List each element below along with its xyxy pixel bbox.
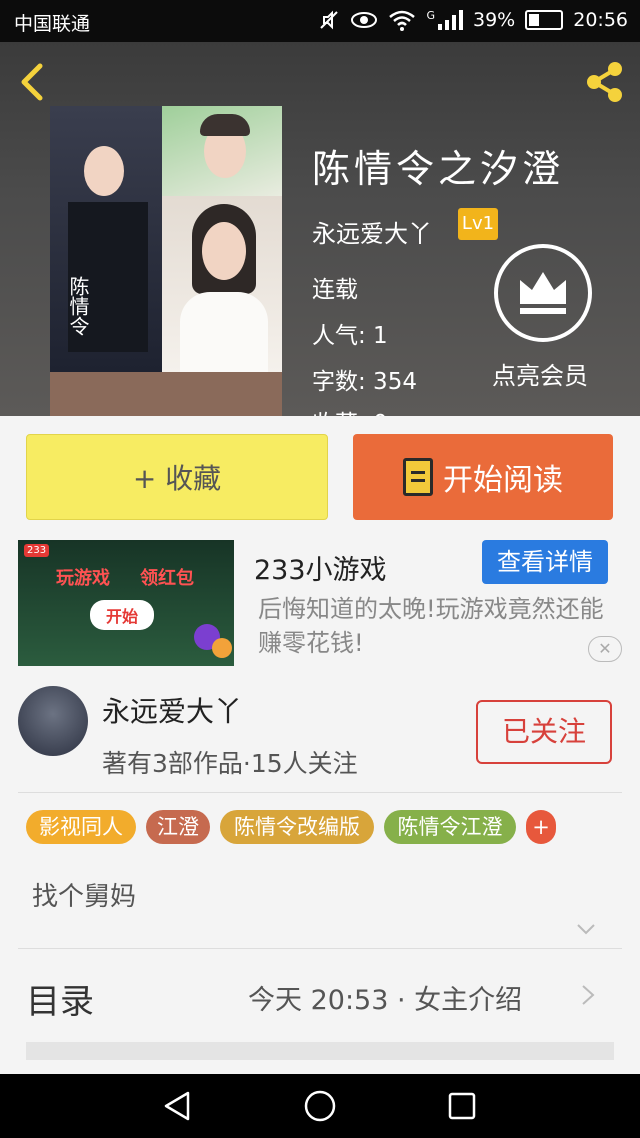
followed-button[interactable]: 已关注	[476, 700, 612, 764]
cover-dress	[180, 292, 268, 372]
ad-image-text-1: 玩游戏	[56, 568, 110, 589]
author-row-name[interactable]: 永远爱大丫	[102, 690, 242, 730]
triangle-back-icon[interactable]	[162, 1090, 194, 1122]
tag-0[interactable]: 影视同人	[26, 810, 136, 844]
tag-1[interactable]: 江澄	[146, 810, 210, 844]
start-reading-label: 开始阅读	[443, 463, 563, 498]
vip-button[interactable]	[494, 244, 592, 342]
word-count-text: 字数: 354	[312, 369, 417, 395]
cover-hair	[200, 114, 250, 136]
status-icons: G 39% 20:56	[318, 9, 628, 31]
add-to-collection-button[interactable]: + 收藏	[26, 434, 328, 520]
toc-latest[interactable]: 今天 20:53 · 女主介绍	[248, 978, 522, 1017]
network-type: G	[426, 8, 435, 22]
favorites-text: 收藏: 0	[312, 404, 388, 416]
wifi-icon	[389, 10, 416, 31]
eye-icon	[351, 12, 378, 28]
crown-icon	[520, 272, 566, 314]
chevron-left-icon[interactable]	[14, 62, 54, 102]
ad-details-button[interactable]: 查看详情	[482, 540, 608, 584]
serial-status: 连载	[312, 277, 358, 303]
cover-panel-top-right	[162, 106, 282, 196]
battery-icon	[525, 10, 564, 30]
chevron-right-icon[interactable]	[580, 984, 596, 1006]
battery-percent: 39%	[473, 9, 516, 31]
author-name[interactable]: 永远爱大丫	[312, 214, 432, 249]
book-intro: 找个舅妈	[32, 882, 137, 912]
mute-icon	[320, 10, 339, 30]
author-avatar[interactable]	[18, 686, 88, 756]
start-reading-button[interactable]: 开始阅读	[353, 434, 613, 520]
level-badge: Lv1	[458, 208, 498, 240]
ad-image[interactable]: 233 玩游戏 领红包 开始	[18, 540, 234, 666]
section-bar	[26, 1042, 614, 1060]
toc-label[interactable]: 目录	[26, 974, 94, 1023]
cover-panel-left: 陈情令	[50, 106, 162, 372]
ad-close-button[interactable]: ✕	[588, 636, 622, 662]
navigation-bar	[0, 1074, 640, 1138]
ad-description: 后悔知道的太晚!玩游戏竟然还能赚零花钱!	[258, 595, 604, 657]
vip-label[interactable]: 点亮会员	[492, 356, 588, 391]
ad-image-start: 开始	[90, 600, 155, 630]
cover-face	[84, 146, 124, 196]
author-stats: 著有3部作品·15人关注	[102, 749, 358, 778]
square-recent-icon[interactable]	[446, 1090, 478, 1122]
book-title: 陈情令之汐澄	[312, 147, 565, 191]
book-icon	[403, 458, 433, 496]
cover-strip	[50, 372, 282, 416]
signal-icon	[438, 10, 463, 30]
cover-panel-bottom-right	[162, 196, 282, 372]
ad-title[interactable]: 233小游戏	[254, 548, 387, 587]
book-cover[interactable]: 陈情令	[50, 106, 282, 416]
clock: 20:56	[573, 9, 628, 31]
divider	[18, 792, 622, 793]
divider	[18, 948, 622, 949]
carrier-label: 中国联通	[14, 13, 91, 35]
cover-face	[202, 222, 246, 280]
share-icon[interactable]	[582, 60, 626, 104]
chevron-down-icon[interactable]	[576, 922, 596, 936]
popularity-text: 人气: 1	[312, 323, 388, 349]
book-header: 陈情令 陈情令之汐澄 永远爱大丫 Lv1 连载 人气: 1 字数: 354 收藏…	[0, 42, 640, 416]
cover-title: 陈情令	[66, 276, 90, 336]
ad-image-text-2: 领红包	[140, 568, 194, 589]
ad-image-bubble	[212, 638, 232, 658]
status-bar: 中国联通 G 39% 20:56	[0, 0, 640, 42]
tag-3[interactable]: 陈情令江澄	[384, 810, 516, 844]
tag-2[interactable]: 陈情令改编版	[220, 810, 374, 844]
circle-home-icon[interactable]	[303, 1089, 337, 1123]
add-tag-button[interactable]: +	[526, 810, 556, 844]
ad-image-badge: 233	[24, 544, 50, 557]
